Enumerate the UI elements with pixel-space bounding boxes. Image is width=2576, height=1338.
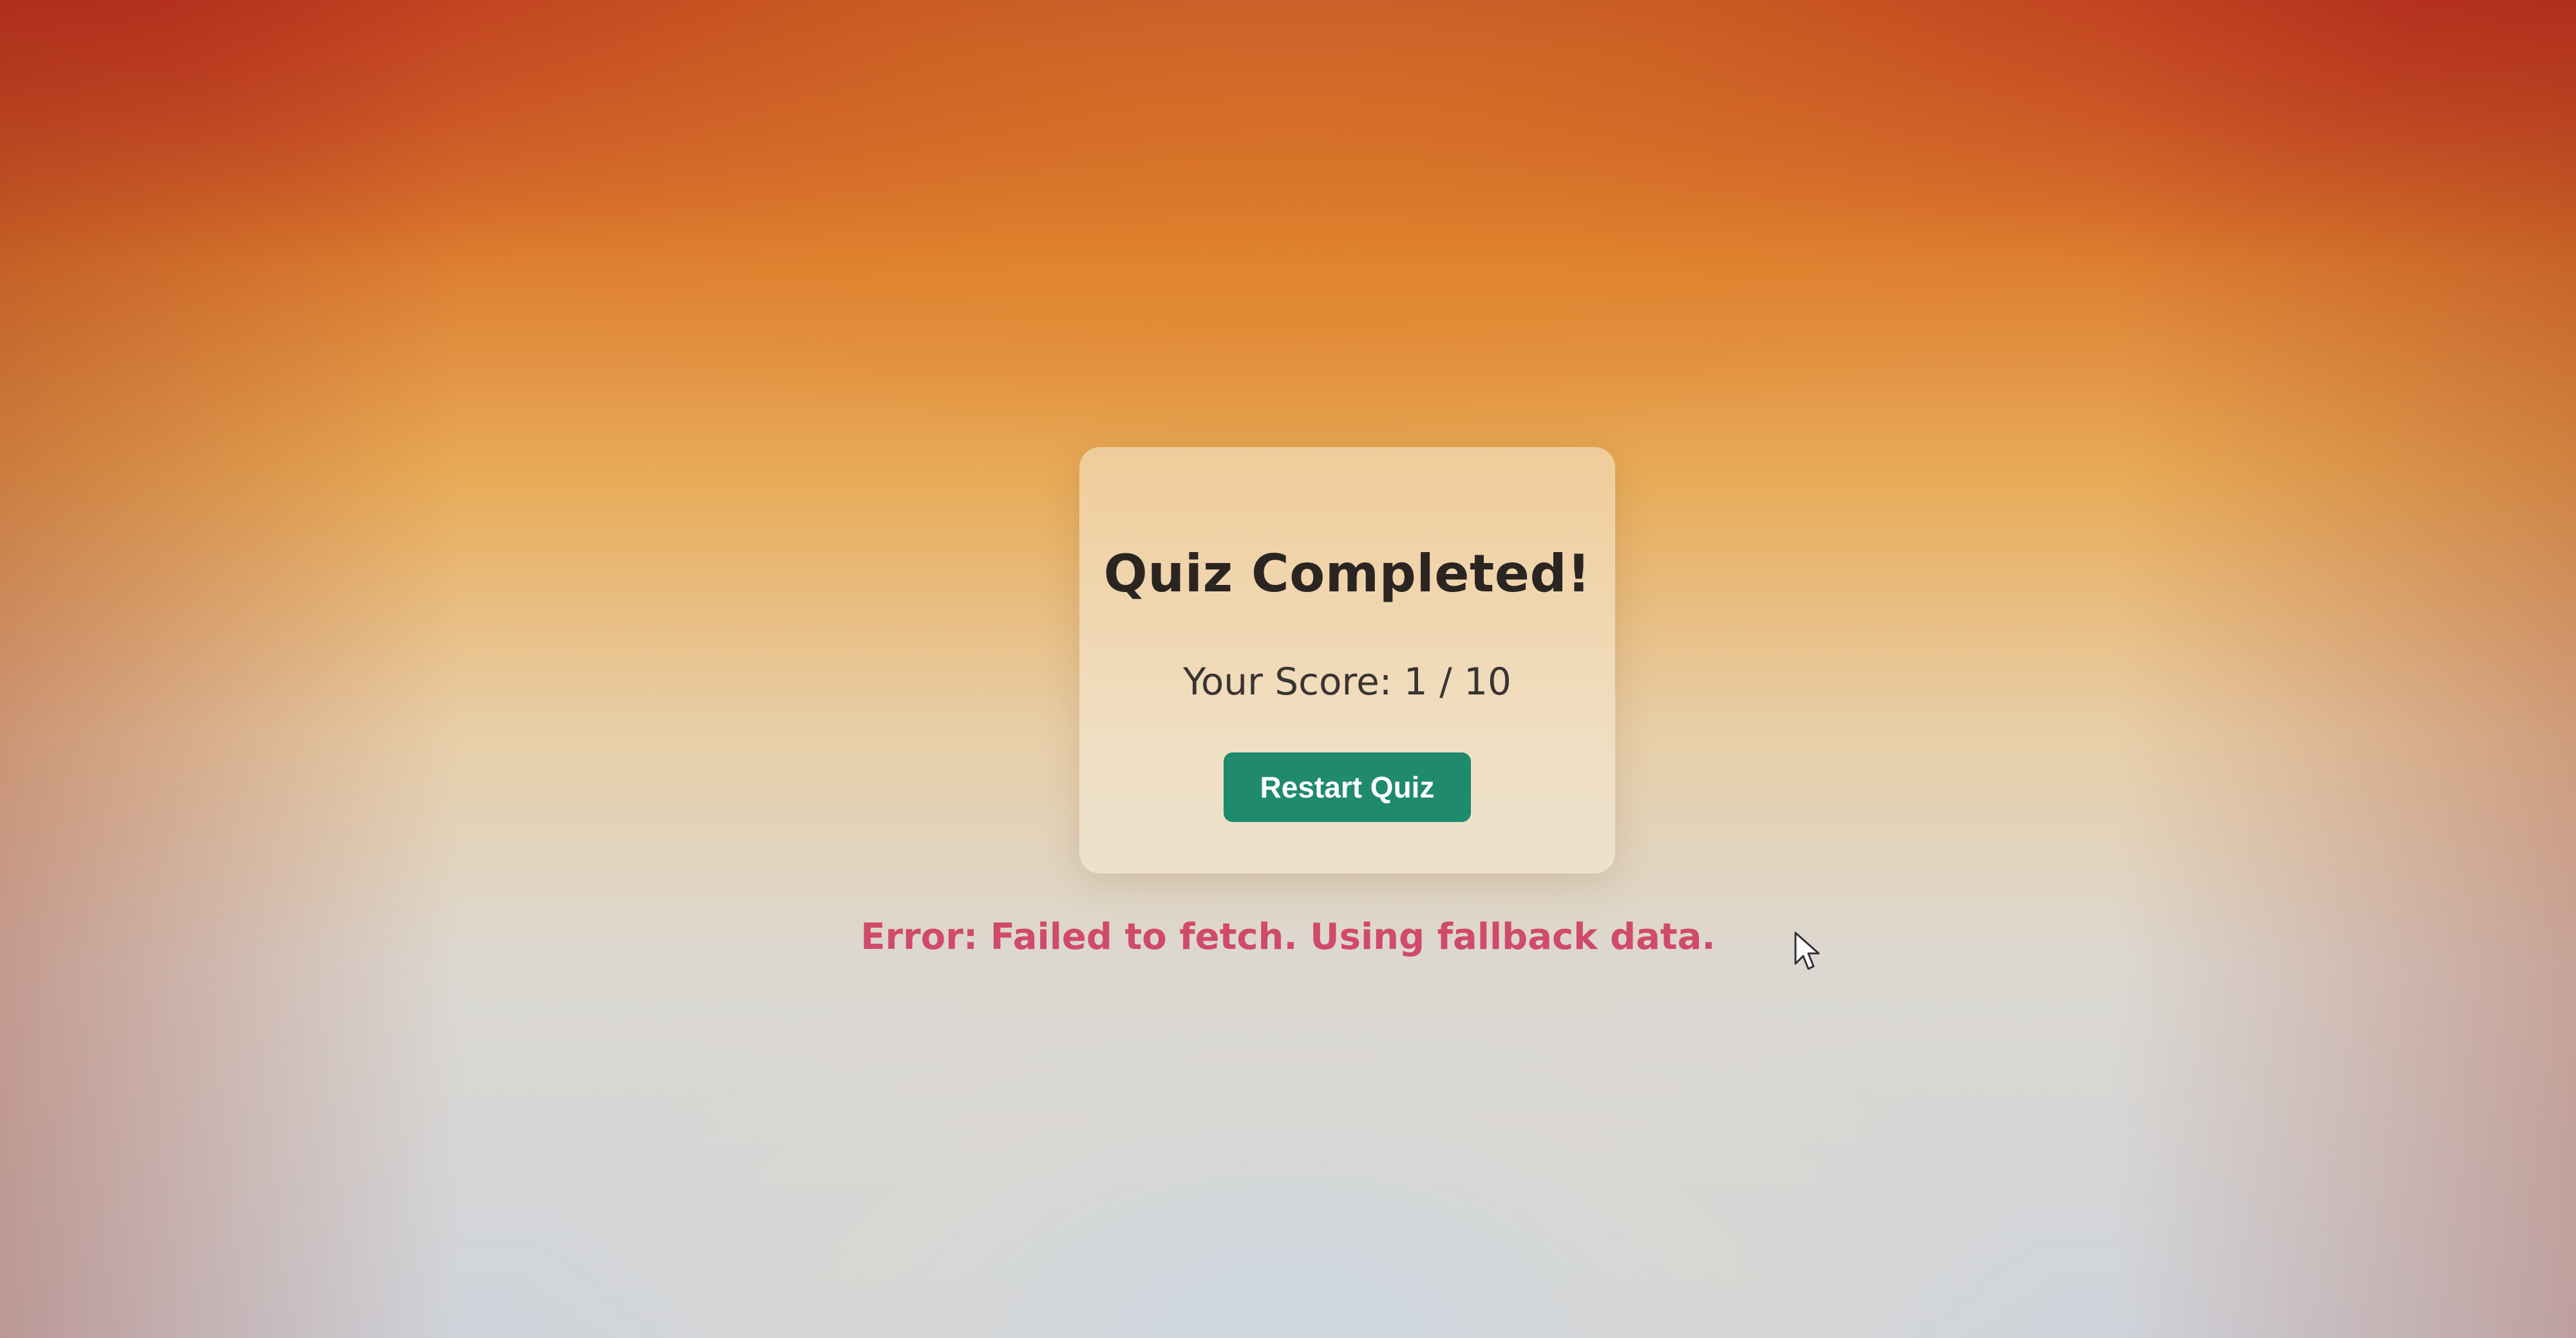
quiz-result-card: Quiz Completed! Your Score: 1 / 10 Resta… — [1079, 447, 1615, 874]
arrow-cursor-icon — [1794, 932, 1820, 970]
score-text: Your Score: 1 / 10 — [1183, 660, 1511, 703]
restart-quiz-button[interactable]: Restart Quiz — [1224, 752, 1471, 822]
error-message: Error: Failed to fetch. Using fallback d… — [860, 916, 1716, 958]
quiz-completed-title: Quiz Completed! — [1103, 544, 1591, 604]
